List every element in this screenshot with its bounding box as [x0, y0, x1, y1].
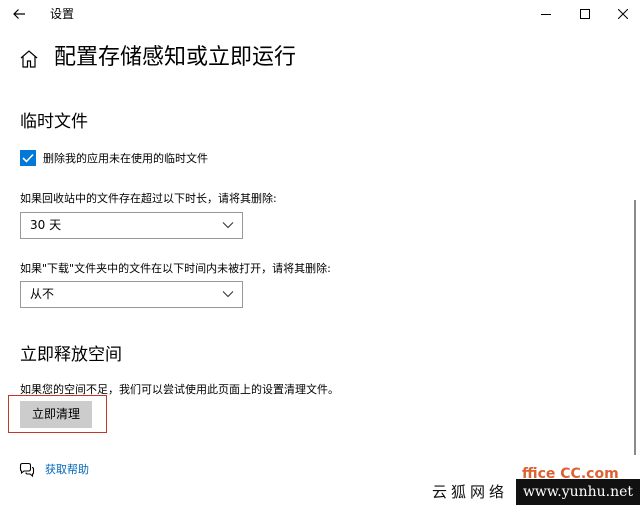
- close-button[interactable]: [604, 0, 640, 28]
- close-icon: [618, 9, 628, 19]
- window-title: 设置: [50, 7, 75, 21]
- page-title: 配置存储感知或立即运行: [54, 45, 297, 70]
- settings-window: 设置 配置存储感知或立即运行 临时文件 删除我的应用未在使用的临时文件 如果回收…: [0, 0, 640, 507]
- free-space-heading: 立即释放空间: [20, 345, 122, 365]
- home-icon: [20, 50, 38, 68]
- watermark-cn-text: 云狐网络: [428, 481, 518, 503]
- scrollbar-thumb[interactable]: [634, 200, 636, 455]
- minimize-icon: [541, 14, 551, 15]
- watermark: 云狐网络 www.yunhu.net: [428, 478, 640, 507]
- watermark-url-text: www.yunhu.net: [516, 479, 640, 505]
- downloads-duration-select[interactable]: 从不: [20, 281, 243, 308]
- back-button[interactable]: [8, 3, 30, 25]
- temp-files-heading: 临时文件: [20, 112, 88, 132]
- recycle-bin-duration-value: 30 天: [30, 218, 62, 232]
- recycle-bin-duration-select[interactable]: 30 天: [20, 212, 243, 239]
- title-bar: 设置: [0, 0, 640, 28]
- maximize-button[interactable]: [566, 0, 604, 28]
- chevron-down-icon: [222, 222, 234, 229]
- clean-now-button[interactable]: 立即清理: [20, 401, 92, 428]
- downloads-folder-label: 如果"下载"文件夹中的文件在以下时间内未被打开，请将其删除:: [20, 262, 331, 275]
- downloads-duration-value: 从不: [30, 287, 55, 301]
- checkmark-icon: [22, 153, 34, 163]
- recycle-bin-label: 如果回收站中的文件存在超过以下时长，请将其删除:: [20, 192, 277, 205]
- home-button[interactable]: [18, 48, 40, 70]
- help-chat-icon: [19, 462, 35, 478]
- chevron-down-icon: [222, 291, 234, 298]
- maximize-icon: [580, 9, 590, 19]
- delete-temp-files-checkbox[interactable]: [20, 150, 36, 166]
- get-help-link[interactable]: 获取帮助: [45, 462, 89, 477]
- minimize-button[interactable]: [527, 0, 565, 28]
- delete-temp-files-label[interactable]: 删除我的应用未在使用的临时文件: [43, 151, 208, 166]
- back-arrow-icon: [13, 9, 25, 19]
